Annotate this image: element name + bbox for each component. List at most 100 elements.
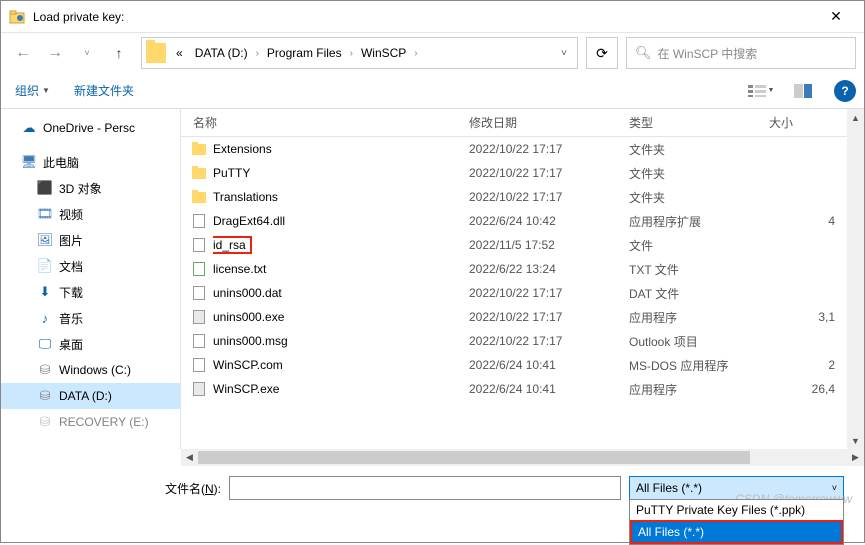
file-row[interactable]: WinSCP.com2022/6/24 10:41MS-DOS 应用程序2 xyxy=(181,353,847,377)
recent-dropdown[interactable]: ˅ xyxy=(73,39,101,67)
scroll-down-button[interactable]: ▼ xyxy=(847,432,864,449)
file-row[interactable]: PuTTY2022/10/22 17:17文件夹 xyxy=(181,161,847,185)
file-row[interactable]: DragExt64.dll2022/6/24 10:42应用程序扩展4 xyxy=(181,209,847,233)
breadcrumb-dropdown[interactable]: ˅ xyxy=(561,48,567,59)
help-button[interactable]: ? xyxy=(834,80,856,102)
file-name: WinSCP.exe xyxy=(213,382,469,396)
download-icon: ⬇ xyxy=(37,284,53,300)
file-type: 应用程序 xyxy=(629,381,769,398)
file-row[interactable]: unins000.msg2022/10/22 17:17Outlook 项目 xyxy=(181,329,847,353)
file-size: 4 xyxy=(769,214,847,228)
file-row[interactable]: license.txt2022/6/22 13:24TXT 文件 xyxy=(181,257,847,281)
horizontal-scrollbar[interactable]: ◀ ▶ xyxy=(181,449,864,466)
title-bar: Load private key: ✕ xyxy=(1,1,864,33)
file-type: DAT 文件 xyxy=(629,285,769,302)
dll-icon xyxy=(189,213,209,229)
nav-3dobjects[interactable]: ⬛3D 对象 xyxy=(1,175,180,201)
file-date: 2022/10/22 17:17 xyxy=(469,166,629,180)
folder-icon xyxy=(189,165,209,181)
nav-videos[interactable]: 🎞视频 xyxy=(1,201,180,227)
file-list: Extensions2022/10/22 17:17文件夹PuTTY2022/1… xyxy=(181,137,847,449)
file-type: 文件夹 xyxy=(629,141,769,158)
new-folder-button[interactable]: 新建文件夹 xyxy=(68,78,140,103)
file-type: 文件夹 xyxy=(629,189,769,206)
organize-button[interactable]: 组织▼ xyxy=(9,78,56,103)
file-size: 2 xyxy=(769,358,847,372)
cube-icon: ⬛ xyxy=(37,180,53,196)
nav-music[interactable]: ♪音乐 xyxy=(1,305,180,331)
preview-pane-button[interactable] xyxy=(788,79,818,103)
up-button[interactable]: ↑ xyxy=(105,39,133,67)
file-type: 文件夹 xyxy=(629,165,769,182)
file-type: 应用程序扩展 xyxy=(629,213,769,230)
file-date: 2022/10/22 17:17 xyxy=(469,310,629,324)
file-row[interactable]: WinSCP.exe2022/6/24 10:41应用程序26,4 xyxy=(181,377,847,401)
chevron-right-icon: › xyxy=(412,48,419,59)
header-name[interactable]: 名称 xyxy=(189,114,469,131)
chevron-down-icon: ▼ xyxy=(768,87,775,94)
header-type[interactable]: 类型 xyxy=(629,114,769,131)
filename-input[interactable] xyxy=(229,476,621,500)
file-row[interactable]: id_rsa2022/11/5 17:52文件 xyxy=(181,233,847,257)
nav-documents[interactable]: 📄文档 xyxy=(1,253,180,279)
breadcrumb-item[interactable]: WinSCP xyxy=(355,46,412,60)
file-type: 文件 xyxy=(629,237,769,254)
nav-downloads[interactable]: ⬇下载 xyxy=(1,279,180,305)
navigation-pane: ☁OneDrive - Persc 🖥此电脑 ⬛3D 对象 🎞视频 🖼图片 📄文… xyxy=(1,109,181,449)
drive-icon: ⛁ xyxy=(37,388,53,404)
nav-drive-c[interactable]: ⛁Windows (C:) xyxy=(1,357,180,383)
nav-thispc[interactable]: 🖥此电脑 xyxy=(1,149,180,175)
nav-pictures[interactable]: 🖼图片 xyxy=(1,227,180,253)
file-row[interactable]: Translations2022/10/22 17:17文件夹 xyxy=(181,185,847,209)
file-row[interactable]: unins000.dat2022/10/22 17:17DAT 文件 xyxy=(181,281,847,305)
nav-desktop[interactable]: 🖵桌面 xyxy=(1,331,180,357)
file-name: WinSCP.com xyxy=(213,358,469,372)
column-headers[interactable]: 名称 修改日期 类型 大小 xyxy=(181,109,847,137)
file-name: Extensions xyxy=(213,142,469,156)
close-button[interactable]: ✕ xyxy=(816,8,856,25)
file-name: license.txt xyxy=(213,262,469,276)
breadcrumb-prefix[interactable]: « xyxy=(170,46,189,60)
file-type: TXT 文件 xyxy=(629,261,769,278)
file-size: 3,1 xyxy=(769,310,847,324)
image-icon: 🖼 xyxy=(37,232,53,248)
window-title: Load private key: xyxy=(33,10,816,24)
exe-icon xyxy=(189,381,209,397)
file-date: 2022/10/22 17:17 xyxy=(469,286,629,300)
breadcrumb-item[interactable]: Program Files xyxy=(261,46,348,60)
video-icon: 🎞 xyxy=(37,206,53,222)
header-date[interactable]: 修改日期 xyxy=(469,114,629,131)
breadcrumb-bar[interactable]: « DATA (D:) › Program Files › WinSCP › ˅ xyxy=(141,37,578,69)
back-button[interactable]: ← xyxy=(9,39,37,67)
nav-recovery[interactable]: ⛁RECOVERY (E:) xyxy=(1,409,180,435)
file-row[interactable]: unins000.exe2022/10/22 17:17应用程序3,1 xyxy=(181,305,847,329)
filetype-dropdown-list: PuTTY Private Key Files (*.ppk) All File… xyxy=(629,499,844,545)
file-date: 2022/10/22 17:17 xyxy=(469,190,629,204)
file-date: 2022/6/24 10:41 xyxy=(469,382,629,396)
footer: 文件名(N): All Files (*.*) ˅ PuTTY Private … xyxy=(1,466,864,510)
scroll-right-button[interactable]: ▶ xyxy=(847,449,864,466)
chevron-right-icon: › xyxy=(254,48,261,59)
refresh-button[interactable]: ⟳ xyxy=(586,37,618,69)
file-row[interactable]: Extensions2022/10/22 17:17文件夹 xyxy=(181,137,847,161)
forward-button[interactable]: → xyxy=(41,39,69,67)
file-name: unins000.exe xyxy=(213,310,469,324)
file-date: 2022/11/5 17:52 xyxy=(469,238,629,252)
file-type: MS-DOS 应用程序 xyxy=(629,357,769,374)
vertical-scrollbar[interactable]: ▲ ▼ xyxy=(847,109,864,449)
file-date: 2022/10/22 17:17 xyxy=(469,334,629,348)
file-type: 应用程序 xyxy=(629,309,769,326)
file-name: DragExt64.dll xyxy=(213,214,469,228)
view-mode-button[interactable]: ▼ xyxy=(746,79,776,103)
scroll-left-button[interactable]: ◀ xyxy=(181,449,198,466)
header-size[interactable]: 大小 xyxy=(769,114,847,131)
nav-onedrive[interactable]: ☁OneDrive - Persc xyxy=(1,115,180,141)
filetype-option-selected[interactable]: All Files (*.*) xyxy=(632,522,841,542)
search-input[interactable]: 🔍︎ 在 WinSCP 中搜索 xyxy=(626,37,856,69)
filetype-option[interactable]: PuTTY Private Key Files (*.ppk) xyxy=(630,500,843,520)
nav-drive-d[interactable]: ⛁DATA (D:) xyxy=(1,383,180,409)
scroll-up-button[interactable]: ▲ xyxy=(847,109,864,126)
scroll-thumb[interactable] xyxy=(198,451,750,464)
folder-icon xyxy=(146,43,166,63)
breadcrumb-item[interactable]: DATA (D:) xyxy=(189,46,254,60)
